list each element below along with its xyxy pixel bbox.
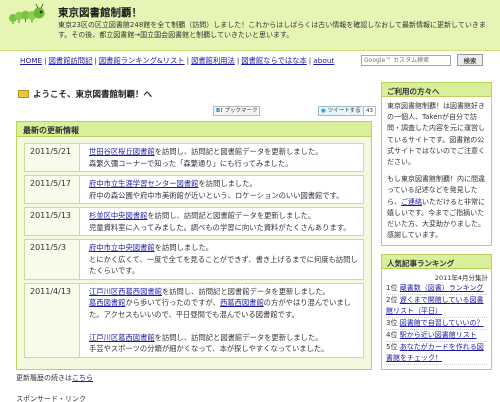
updates-list: 2011/5/21 世田谷区桜丘図書館を訪問し、訪問記と図書館データを更新しまし… <box>17 137 371 369</box>
ranking-item: 2位 遅くまで開館している図書館リスト（平日） <box>386 295 487 319</box>
update-link[interactable]: 府中市立生涯学習センター図書館 <box>89 179 198 188</box>
hatena-label: ブックマーク <box>224 108 258 114</box>
ranking-month: 2011年4月分集計 <box>434 274 488 283</box>
update-extra: 森繁久彌コーナーで知った「森繁通り」にも行ってみました。 <box>89 158 293 168</box>
site-header: 東京図書館制覇！ 東京23区の区立図書館248館を全て制覇（訪問）しました！これ… <box>0 0 500 51</box>
ranking-title: 人気記事ランキング <box>382 255 491 270</box>
nav-usage[interactable]: 図書館利用法 <box>191 56 235 65</box>
update-link[interactable]: 府中市立中央図書館 <box>89 243 155 252</box>
update-date: 2011/5/21 <box>25 144 80 171</box>
update-extra: 手芸やスポーツの分類が細かくなって、本が探しやすくなっていました。 <box>89 344 329 353</box>
update-row: 2011/5/17 府中市立生涯学習センター図書館を訪問しました。府中の森公園や… <box>24 175 364 204</box>
update-date: 2011/5/13 <box>25 208 80 235</box>
nav-about[interactable]: about <box>313 56 334 65</box>
update-row: 2011/4/13 江戸川区西葛西図書館を訪問し、訪問記と図書館データを更新しま… <box>24 282 364 358</box>
update-extra: 府中の森公園や府中市美術館が近いという、ロケーションのいい図書館です。 <box>89 190 344 200</box>
nav-visits[interactable]: 図書館訪問記 <box>49 56 93 65</box>
folder-icon <box>18 90 29 98</box>
ranking-link[interactable]: 図書館で自習していいの？ <box>400 319 484 327</box>
hatena-icon: B! <box>216 108 223 114</box>
update-row: 2011/5/3 府中市立中央図書館を訪問しました。とにかく広くて、一度で全てを… <box>24 239 364 280</box>
welcome-heading: ようこそ、東京図書館制覇！へ <box>18 88 152 100</box>
updates-title: 最新の更新情報 <box>17 122 371 137</box>
update-link[interactable]: 葛西図書館 <box>89 298 125 307</box>
ranking-list: 1位 蔵書数（図書）ランキング 2位 遅くまで開館している図書館リスト（平日） … <box>382 283 491 369</box>
update-desc: 杉並区中央図書館を訪問し、訪問記と図書館データを更新しました。児童資料室に入って… <box>85 208 363 235</box>
site-title[interactable]: 東京図書館制覇！ <box>58 5 142 20</box>
tweet-label: ツイートする <box>327 108 361 114</box>
ranking-item: 5位 あなたがカードを作れる図書館をチェック！ <box>386 342 487 366</box>
update-desc: 江戸川区西葛西図書館を訪問し、訪問記と図書館データを更新しました。 葛西図書館から… <box>85 284 363 357</box>
profile-body: 東京図書館制覇！は図書館好きの一個人、Takenが自分で訪問・調査した内容を元に… <box>382 97 491 245</box>
ranking-item: 1位 蔵書数（図書）ランキング <box>386 283 487 296</box>
update-extra: 児童資料室に入ってみました。調べもの学習に向いた資料がたくさんあります。 <box>89 222 351 232</box>
update-date: 2011/5/3 <box>25 240 80 279</box>
twitter-icon: ● <box>321 108 326 114</box>
ranking-number: 5位 <box>386 343 398 352</box>
ranking-link[interactable]: 遅くまで開館している図書館リスト（平日） <box>386 296 484 315</box>
nav-bar: HOME | 図書館訪問記 | 図書館ランキング&リスト | 図書館利用法 | 図書館ならではな… <box>0 54 500 67</box>
profile-text-2: もし東京図書館制覇！内に間違っている記述などを発見したら、ご連絡いただけると非常… <box>387 174 486 241</box>
update-text: を訪問し、訪問記と図書館データを更新しました。 <box>154 147 323 156</box>
global-nav: HOME | 図書館訪問記 | 図書館ランキング&リスト | 図書館利用法 | 図書館ならではな… <box>20 56 335 65</box>
ranking-number: 4位 <box>386 331 398 340</box>
history-text: 更新履歴の続きは <box>16 374 72 382</box>
update-text: を訪問し、訪問記と図書館データを更新しました。 <box>147 211 316 220</box>
hatena-bookmark-button[interactable]: B! ブックマーク <box>213 106 261 116</box>
update-link[interactable]: 江戸川区葛西図書館 <box>89 333 155 342</box>
ranking-link[interactable]: 駅から近い図書館リスト <box>400 331 477 339</box>
welcome-text: ようこそ、東京図書館制覇！へ <box>33 90 153 100</box>
update-link[interactable]: 杉並区中央図書館 <box>89 211 147 220</box>
nav-books[interactable]: 図書館ならではな本 <box>241 56 306 65</box>
update-desc: 世田谷区桜丘図書館を訪問し、訪問記と図書館データを更新しました。森繁久彌コーナー… <box>85 144 363 171</box>
update-date: 2011/5/17 <box>25 176 80 203</box>
update-date: 2011/4/13 <box>25 283 80 357</box>
site-description: 東京23区の区立図書館248館を全て制覇（訪問）しました！これからはしばらくは古… <box>58 21 486 39</box>
profile-text: 東京図書館制覇！は図書館好きの一個人、Takenが自分で訪問・調査した内容を元に… <box>387 102 485 167</box>
update-row: 2011/5/13 杉並区中央図書館を訪問し、訪問記と図書館データを更新しました… <box>24 207 364 236</box>
update-text: から歩いて行ったのですが、 <box>125 298 220 307</box>
ranking-item: 3位 図書館で自習していいの？ <box>386 318 487 331</box>
update-link[interactable]: 世田谷区桜丘図書館 <box>89 147 155 156</box>
tweet-count: 43 <box>363 106 376 116</box>
tweet-button[interactable]: ● ツイートする <box>318 106 364 116</box>
ranking-number: 3位 <box>386 319 398 328</box>
ranking-link[interactable]: 蔵書数（図書）ランキング <box>400 284 484 292</box>
search-input[interactable] <box>361 55 451 66</box>
update-text: を訪問しました。 <box>198 179 257 188</box>
update-text: を訪問し、訪問記と図書館データを更新しました。 <box>161 286 330 296</box>
update-row: 2011/5/21 世田谷区桜丘図書館を訪問し、訪問記と図書館データを更新しまし… <box>24 143 364 172</box>
update-desc: 府中市立中央図書館を訪問しました。とにかく広くて、一度で全てを見ることができず、… <box>85 240 363 279</box>
update-link[interactable]: 江戸川区西葛西図書館 <box>89 287 162 296</box>
update-text: を訪問し、訪問記と図書館データを更新しました。 <box>154 332 323 342</box>
sidebar: ご利用の方々へ 東京図書館制覇！は図書館好きの一個人、Takenが自分で訪問・調… <box>381 82 492 378</box>
profile-title: ご利用の方々へ <box>382 83 491 97</box>
update-extra: とにかく広くて、一度で全てを見ることができず、書き上げるまでに何度も訪問したくら… <box>89 254 358 276</box>
update-text: を訪問しました。 <box>154 243 214 252</box>
profile-box: ご利用の方々へ 東京図書館制覇！は図書館好きの一個人、Takenが自分で訪問・調… <box>381 82 492 247</box>
history-link[interactable]: こちら <box>72 374 93 382</box>
ranking-number: 1位 <box>386 284 398 293</box>
history-note: 更新履歴の続きはこちら <box>16 373 93 383</box>
ranking-number: 2位 <box>386 296 398 305</box>
updates-panel: 最新の更新情報 2011/5/21 世田谷区桜丘図書館を訪問し、訪問記と図書館デ… <box>16 121 372 370</box>
sponsor-label: スポンサード・リンク <box>16 395 86 402</box>
search-button[interactable]: 検索 <box>457 54 483 66</box>
contact-link[interactable]: ご連絡 <box>401 198 422 206</box>
ranking-item: 4位 駅から近い図書館リスト <box>386 330 487 343</box>
nav-ranking[interactable]: 図書館ランキング&リスト <box>99 56 185 65</box>
ranking-link[interactable]: あなたがカードを作れる図書館をチェック！ <box>386 343 484 362</box>
update-link[interactable]: 西葛西図書館 <box>220 298 264 307</box>
caterpillar-logo-icon <box>9 3 45 24</box>
update-desc: 府中市立生涯学習センター図書館を訪問しました。府中の森公園や府中市美術館が近いと… <box>85 176 363 203</box>
ranking-box: 人気記事ランキング 2011年4月分集計 1位 蔵書数（図書）ランキング 2位 … <box>381 254 492 371</box>
nav-home[interactable]: HOME <box>20 56 42 65</box>
